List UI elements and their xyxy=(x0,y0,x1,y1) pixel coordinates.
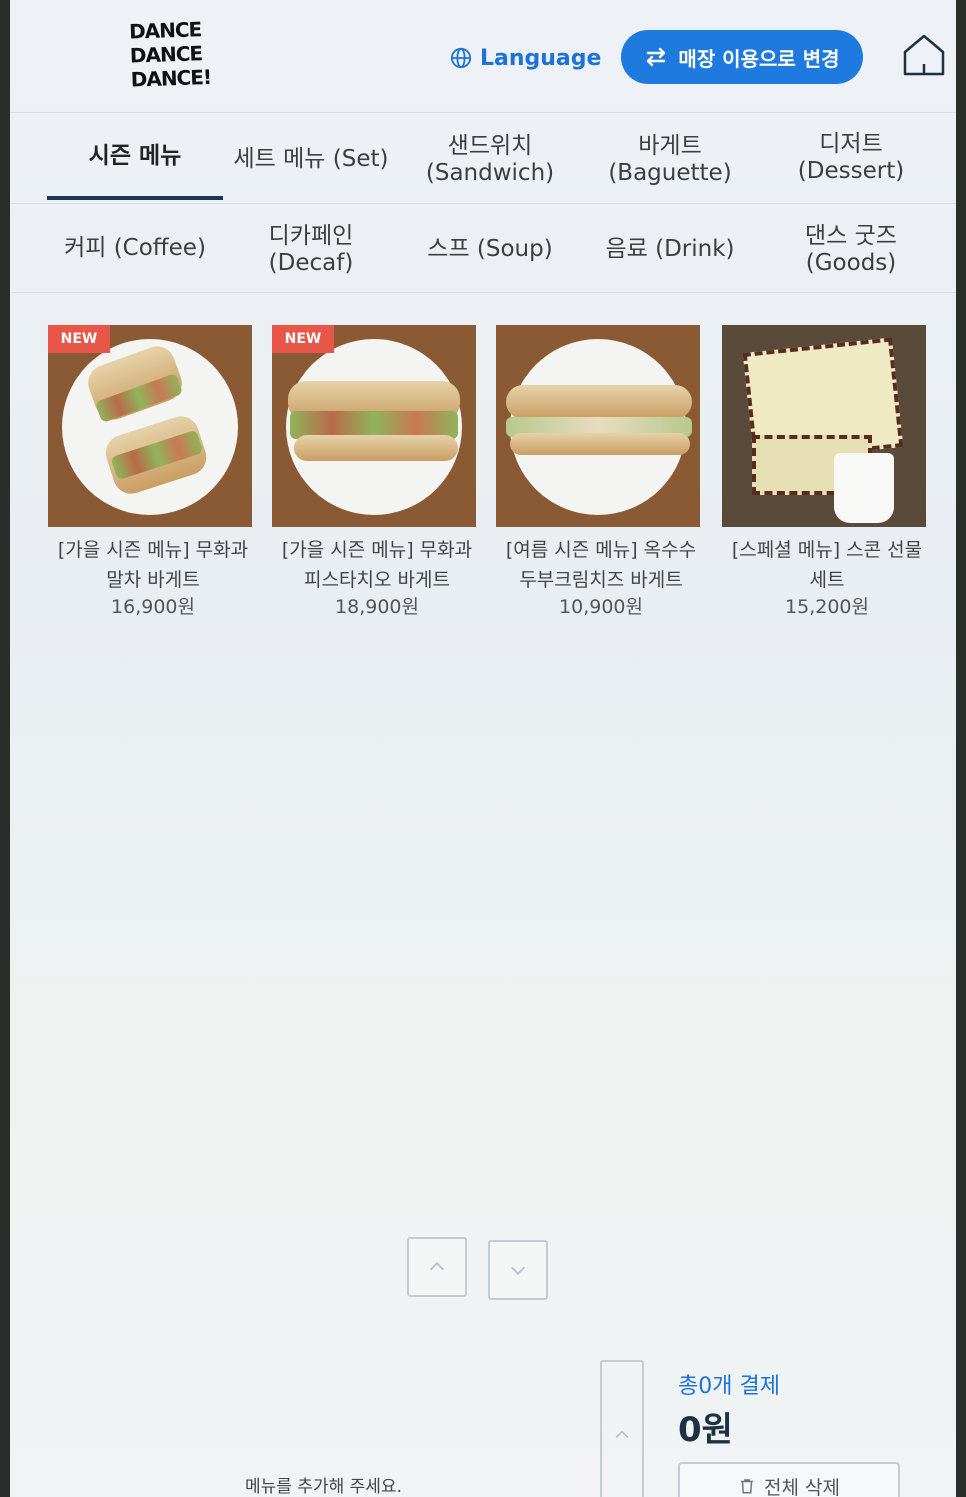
language-label: Language xyxy=(480,45,602,71)
clear-all-button[interactable]: 전체 삭제 xyxy=(678,1462,900,1497)
product-name-line: [가을 시즌 메뉴] 무화과 xyxy=(281,539,473,561)
clear-all-label: 전체 삭제 xyxy=(764,1476,840,1497)
product-card[interactable]: NEW [가을 시즌 메뉴] 무화과 피스타치오 바게트 18,900원 xyxy=(272,325,482,619)
tab-baguette[interactable]: 바게트 (Baguette) xyxy=(580,133,760,187)
product-name: [가을 시즌 메뉴] 무화과 피스타치오 바게트 xyxy=(272,535,482,595)
product-name: [가을 시즌 메뉴] 무화과 말차 바게트 xyxy=(48,535,258,595)
tab-goods[interactable]: 댄스 굿즈 (Goods) xyxy=(760,223,942,277)
logo-line: DANCE! xyxy=(130,64,212,92)
total-count-label: 총0개 결제 xyxy=(678,1374,780,1399)
product-price: 16,900원 xyxy=(111,596,195,618)
product-name: [스페셜 메뉴] 스콘 선물 세트 xyxy=(722,535,932,595)
product-name-line: [여름 시즌 메뉴] 옥수수 xyxy=(505,539,697,561)
new-badge: NEW xyxy=(272,325,334,353)
category-tabs-row-1: 시즌 메뉴 세트 메뉴 (Set) 샌드위치 (Sandwich) 바게트 (B… xyxy=(10,112,956,204)
logo-line: DANCE xyxy=(128,17,202,44)
product-name-line: 두부크림치즈 바게트 xyxy=(519,569,683,591)
tab-set-menu[interactable]: 세트 메뉴 (Set) xyxy=(223,146,399,173)
product-image: NEW xyxy=(48,325,252,527)
brand-logo: DANCE DANCE DANCE! xyxy=(129,16,228,97)
active-tab-indicator xyxy=(47,196,223,200)
product-name-line: 말차 바게트 xyxy=(106,569,200,591)
switch-to-dine-in-button[interactable]: 매장 이용으로 변경 xyxy=(621,30,863,84)
tab-soup[interactable]: 스프 (Soup) xyxy=(400,236,580,263)
page-down-button[interactable] xyxy=(488,1240,548,1300)
product-price: 10,900원 xyxy=(559,596,643,618)
product-card[interactable]: [스페셜 메뉴] 스콘 선물 세트 15,200원 xyxy=(722,325,932,619)
category-tabs-row-2: 커피 (Coffee) 디카페인 (Decaf) 스프 (Soup) 음료 (D… xyxy=(10,205,956,293)
kiosk-screen: DANCE DANCE DANCE! Language 매장 이용으로 변경 시… xyxy=(10,0,956,1497)
product-image xyxy=(722,325,926,527)
home-icon[interactable] xyxy=(900,30,948,78)
switch-mode-label: 매장 이용으로 변경 xyxy=(678,46,840,71)
swap-arrows-icon xyxy=(647,47,666,67)
product-card[interactable]: [여름 시즌 메뉴] 옥수수 두부크림치즈 바게트 10,900원 xyxy=(496,325,706,619)
product-price: 15,200원 xyxy=(785,596,869,618)
product-price: 18,900원 xyxy=(335,596,419,618)
product-name-line: 세트 xyxy=(809,569,845,591)
tab-sandwich[interactable]: 샌드위치 (Sandwich) xyxy=(400,133,580,187)
tab-coffee[interactable]: 커피 (Coffee) xyxy=(47,235,223,262)
chevron-up-icon xyxy=(615,1430,629,1439)
cart-empty-hint: 메뉴를 추가해 주세요. xyxy=(245,1477,402,1497)
tab-season-menu[interactable]: 시즌 메뉴 xyxy=(47,143,223,170)
globe-icon xyxy=(450,47,472,69)
total-amount: 0원 xyxy=(678,1410,733,1450)
chevron-down-icon xyxy=(510,1266,526,1275)
product-image: NEW xyxy=(272,325,476,527)
product-name: [여름 시즌 메뉴] 옥수수 두부크림치즈 바게트 xyxy=(496,535,706,595)
product-name-line: [스페셜 메뉴] 스콘 선물 xyxy=(731,539,923,561)
top-bar: DANCE DANCE DANCE! Language 매장 이용으로 변경 xyxy=(10,0,956,112)
product-image xyxy=(496,325,700,527)
tab-drink[interactable]: 음료 (Drink) xyxy=(580,236,760,263)
trash-icon xyxy=(741,1479,754,1494)
language-button[interactable]: Language xyxy=(450,40,601,76)
tab-decaf[interactable]: 디카페인 (Decaf) xyxy=(223,223,399,277)
new-badge: NEW xyxy=(48,325,110,353)
product-name-line: 피스타치오 바게트 xyxy=(304,569,450,591)
cart-expand-button[interactable] xyxy=(600,1360,644,1497)
tab-dessert[interactable]: 디저트 (Dessert) xyxy=(760,131,942,185)
chevron-up-icon xyxy=(429,1262,445,1271)
product-grid: NEW [가을 시즌 메뉴] 무화과 말차 바게트 16,900원 NEW [가… xyxy=(10,325,956,625)
page-up-button[interactable] xyxy=(407,1237,467,1297)
product-card[interactable]: NEW [가을 시즌 메뉴] 무화과 말차 바게트 16,900원 xyxy=(48,325,258,619)
product-name-line: [가을 시즌 메뉴] 무화과 xyxy=(57,539,249,561)
logo-line: DANCE xyxy=(129,41,203,68)
